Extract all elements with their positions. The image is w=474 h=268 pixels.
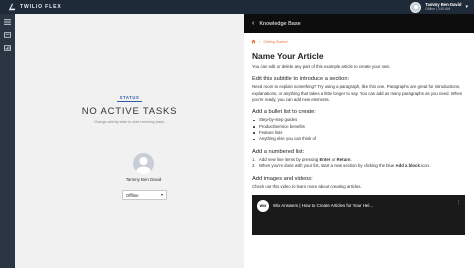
activity-hint: Change activity state to start receiving… — [93, 120, 166, 124]
channel-logo: WiX — [257, 199, 269, 212]
section-heading: Add a bullet list to create: — [252, 109, 316, 116]
app-name: TWILIO FLEX — [20, 4, 62, 10]
agent-avatar — [133, 153, 154, 174]
queues-icon[interactable] — [4, 45, 11, 51]
menu-icon[interactable] — [4, 19, 11, 25]
more-options-icon[interactable]: ⋮ — [456, 200, 461, 206]
flex-logo-icon — [8, 3, 16, 11]
user-avatar[interactable] — [410, 1, 422, 13]
embedded-video[interactable]: WiX Wix Answers | How to Create Articles… — [252, 194, 465, 235]
breadcrumb: › Getting Started — [244, 33, 474, 44]
kb-header: ‹ Knowledge Base — [244, 14, 474, 33]
activity-value: Offline — [126, 192, 139, 198]
status-tab[interactable]: STATUS — [15, 95, 244, 100]
list-item: Anything else you can think of — [252, 136, 465, 142]
section-heading: Add images and videos: — [252, 175, 313, 182]
breadcrumb-separator-icon: › — [259, 39, 261, 44]
list-number: 2. — [252, 163, 256, 169]
knowledge-base-panel: ‹ Knowledge Base › Getting Started Name … — [244, 14, 474, 268]
status-tab-indicator — [117, 101, 142, 102]
user-status: Offline | 3:52 AM — [425, 6, 451, 11]
section-paragraph: Need room to explain something? Try usin… — [252, 84, 463, 102]
person-icon — [136, 157, 151, 174]
brand: TWILIO FLEX — [0, 3, 62, 11]
list-item-text: When you're done with your list, start a… — [259, 163, 431, 169]
breadcrumb-item[interactable]: Getting Started — [263, 40, 287, 44]
chevron-down-icon[interactable]: ▾ — [465, 4, 468, 10]
caret-down-icon — [161, 194, 163, 196]
top-bar: TWILIO FLEX Tammy Ben-David Offline | 3:… — [0, 0, 474, 14]
agent-desktop-icon[interactable] — [4, 32, 11, 38]
section-heading: Add a numbered list: — [252, 148, 305, 155]
side-nav — [0, 14, 15, 268]
user-menu[interactable]: Tammy Ben-David Offline | 3:52 AM ▾ — [410, 0, 468, 14]
bullet-list: Step-by-step guides Product/service bene… — [252, 117, 465, 143]
section-heading: Edit this subtitle to introduce a sectio… — [252, 76, 350, 83]
article-body: Name Your Article You can edit or delete… — [244, 44, 474, 235]
back-arrow-icon[interactable]: ‹ — [252, 20, 254, 27]
kb-title: Knowledge Base — [259, 20, 301, 27]
article-intro: You can edit or delete any part of this … — [252, 64, 391, 69]
video-title[interactable]: Wix Answers | How to Create Articles for… — [273, 200, 373, 212]
activity-dropdown[interactable]: Offline — [122, 190, 167, 200]
numbered-list: 1. Add new line items by pressing Enter … — [252, 157, 465, 170]
list-item: 2. When you're done with your list, star… — [252, 163, 465, 169]
article-title: Name Your Article — [252, 51, 324, 61]
no-tasks-heading: NO ACTIVE TASKS — [81, 106, 178, 117]
home-icon[interactable] — [251, 39, 256, 44]
section-paragraph: Check out this video to learn more about… — [252, 183, 362, 189]
agent-name: Tammy Ben David — [125, 177, 162, 182]
agent-panel: STATUS NO ACTIVE TASKS Change activity s… — [15, 14, 244, 268]
